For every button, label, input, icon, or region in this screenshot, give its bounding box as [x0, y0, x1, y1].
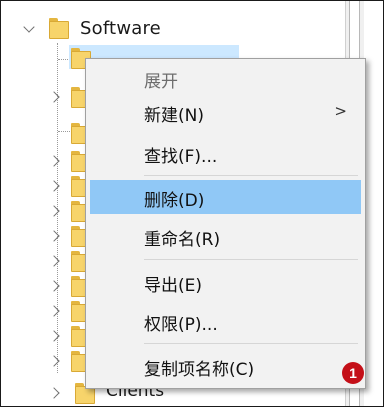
menu-separator [144, 175, 358, 176]
menu-item-label: 删除(D) [144, 191, 205, 211]
menu-item-label: 查找(F)... [144, 147, 218, 167]
menu-item-label: 权限(P)... [144, 315, 218, 335]
chevron-right-icon[interactable] [48, 387, 60, 399]
menu-item-label: 展开 [144, 72, 178, 92]
chevron-down-icon[interactable] [23, 21, 35, 33]
step-number-badge: 1 [342, 362, 364, 384]
menu-item-permissions[interactable]: 权限(P)... [90, 304, 361, 338]
menu-item-expand: 展开 [90, 61, 361, 95]
registry-editor-frame: Software Clients 展开 新建(N) > 查找(F)... 删除(… [0, 0, 384, 407]
menu-separator [144, 343, 358, 344]
menu-item-label: 重命名(R) [144, 230, 221, 250]
menu-item-label: 导出(E) [144, 276, 203, 296]
menu-item-delete[interactable]: 删除(D) [90, 180, 361, 214]
menu-item-label: 复制项名称(C) [144, 360, 255, 380]
context-menu: 展开 新建(N) > 查找(F)... 删除(D) 重命名(R) 导出(E) 权… [85, 58, 366, 389]
menu-item-rename[interactable]: 重命名(R) [90, 219, 361, 253]
menu-item-export[interactable]: 导出(E) [90, 265, 361, 299]
tree-item-software[interactable]: Software [80, 18, 161, 39]
menu-item-new[interactable]: 新建(N) > [90, 95, 361, 129]
menu-item-label: 新建(N) [144, 106, 204, 126]
chevron-right-icon: > [334, 102, 347, 120]
folder-icon [49, 18, 69, 39]
menu-separator [144, 259, 358, 260]
menu-item-find[interactable]: 查找(F)... [90, 136, 361, 170]
tree-guide-line [58, 131, 70, 132]
menu-item-copy-key-name[interactable]: 复制项名称(C) [90, 349, 361, 383]
